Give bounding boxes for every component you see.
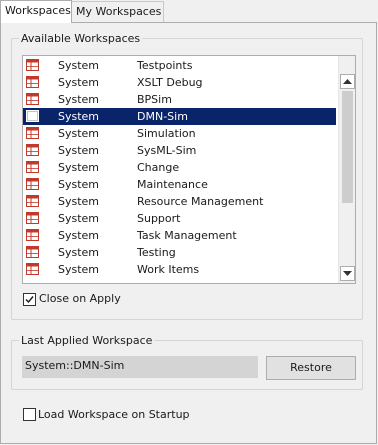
list-item-name: Resource Management [137,195,264,208]
tab-strip: Workspaces My Workspaces [0,0,378,23]
list-item-name: DMN-Sim [137,110,188,123]
workspace-layout-icon [26,76,39,88]
list-vertical-scrollbar[interactable] [338,56,355,283]
tab-workspaces[interactable]: Workspaces [0,0,72,23]
workspace-layout-icon [26,161,39,173]
list-item[interactable]: System SysML-Sim [23,142,336,159]
workspace-layout-icon [26,127,39,139]
workspace-layout-icon [26,246,39,258]
restore-button[interactable]: Restore [266,356,356,380]
list-item-type: System [58,263,100,276]
list-item[interactable]: System Work Items [23,261,336,278]
list-item[interactable]: System Testpoints [23,57,336,74]
list-item-name: SysML-Sim [137,144,197,157]
workspace-layout-icon [26,178,39,190]
list-item-type: System [58,178,100,191]
last-applied-value: System::DMN-Sim [22,356,258,378]
workspace-layout-icon [26,93,39,105]
list-item-name: Simulation [137,127,196,140]
list-item-type: System [58,59,100,72]
scroll-down-button[interactable] [340,266,355,281]
workspace-layout-icon [26,195,39,207]
list-item-name: BPSim [137,93,172,106]
list-item-type: System [58,246,100,259]
list-item[interactable]: System Task Management [23,227,336,244]
workspace-layout-icon [26,263,39,275]
list-item[interactable]: System Resource Management [23,193,336,210]
workspace-layout-icon [26,229,39,241]
load-on-startup-label[interactable]: Load Workspace on Startup [38,408,190,421]
list-item[interactable]: System Simulation [23,125,336,142]
list-item-name: Testpoints [137,59,193,72]
list-item-type: System [58,212,100,225]
workspace-layout-icon [26,59,39,71]
scroll-up-button[interactable] [340,74,355,89]
list-item-type: System [58,144,100,157]
list-item[interactable]: System Testing [23,244,336,261]
list-item[interactable]: System BPSim [23,91,336,108]
checkmark-icon [25,296,34,304]
list-item[interactable]: System Change [23,159,336,176]
list-item-name: Work Items [137,263,200,276]
available-workspaces-label: Available Workspaces [19,32,143,45]
arrow-down-icon [343,271,352,276]
workspace-layout-icon [26,144,39,156]
list-item-type: System [58,110,100,123]
list-item[interactable]: System DMN-Sim [23,108,336,125]
list-item-type: System [58,195,100,208]
close-on-apply-label[interactable]: Close on Apply [39,292,121,305]
load-on-startup-checkbox[interactable] [23,408,36,421]
list-item-name: Support [137,212,181,225]
list-item[interactable]: System XSLT Debug [23,74,336,91]
list-item-name: Task Management [137,229,237,242]
scroll-thumb[interactable] [342,91,353,203]
list-item-name: Maintenance [137,178,208,191]
workspace-list[interactable]: System Testpoints System XSLT Debug System BP… [22,55,356,284]
list-item-type: System [58,127,100,140]
workspace-layout-icon [26,212,39,224]
list-item-type: System [58,161,100,174]
tab-my-workspaces[interactable]: My Workspaces [72,1,164,22]
list-item-name: Change [137,161,180,174]
last-applied-label: Last Applied Workspace [19,334,155,347]
list-item-name: Testing [137,246,176,259]
close-on-apply-checkbox[interactable] [23,293,36,306]
list-item-type: System [58,229,100,242]
list-item[interactable]: System Maintenance [23,176,336,193]
list-item-name: XSLT Debug [137,76,203,89]
list-item[interactable]: System Support [23,210,336,227]
list-item-type: System [58,76,100,89]
arrow-up-icon [343,79,352,84]
list-item-type: System [58,93,100,106]
workspace-layout-icon [26,110,39,122]
